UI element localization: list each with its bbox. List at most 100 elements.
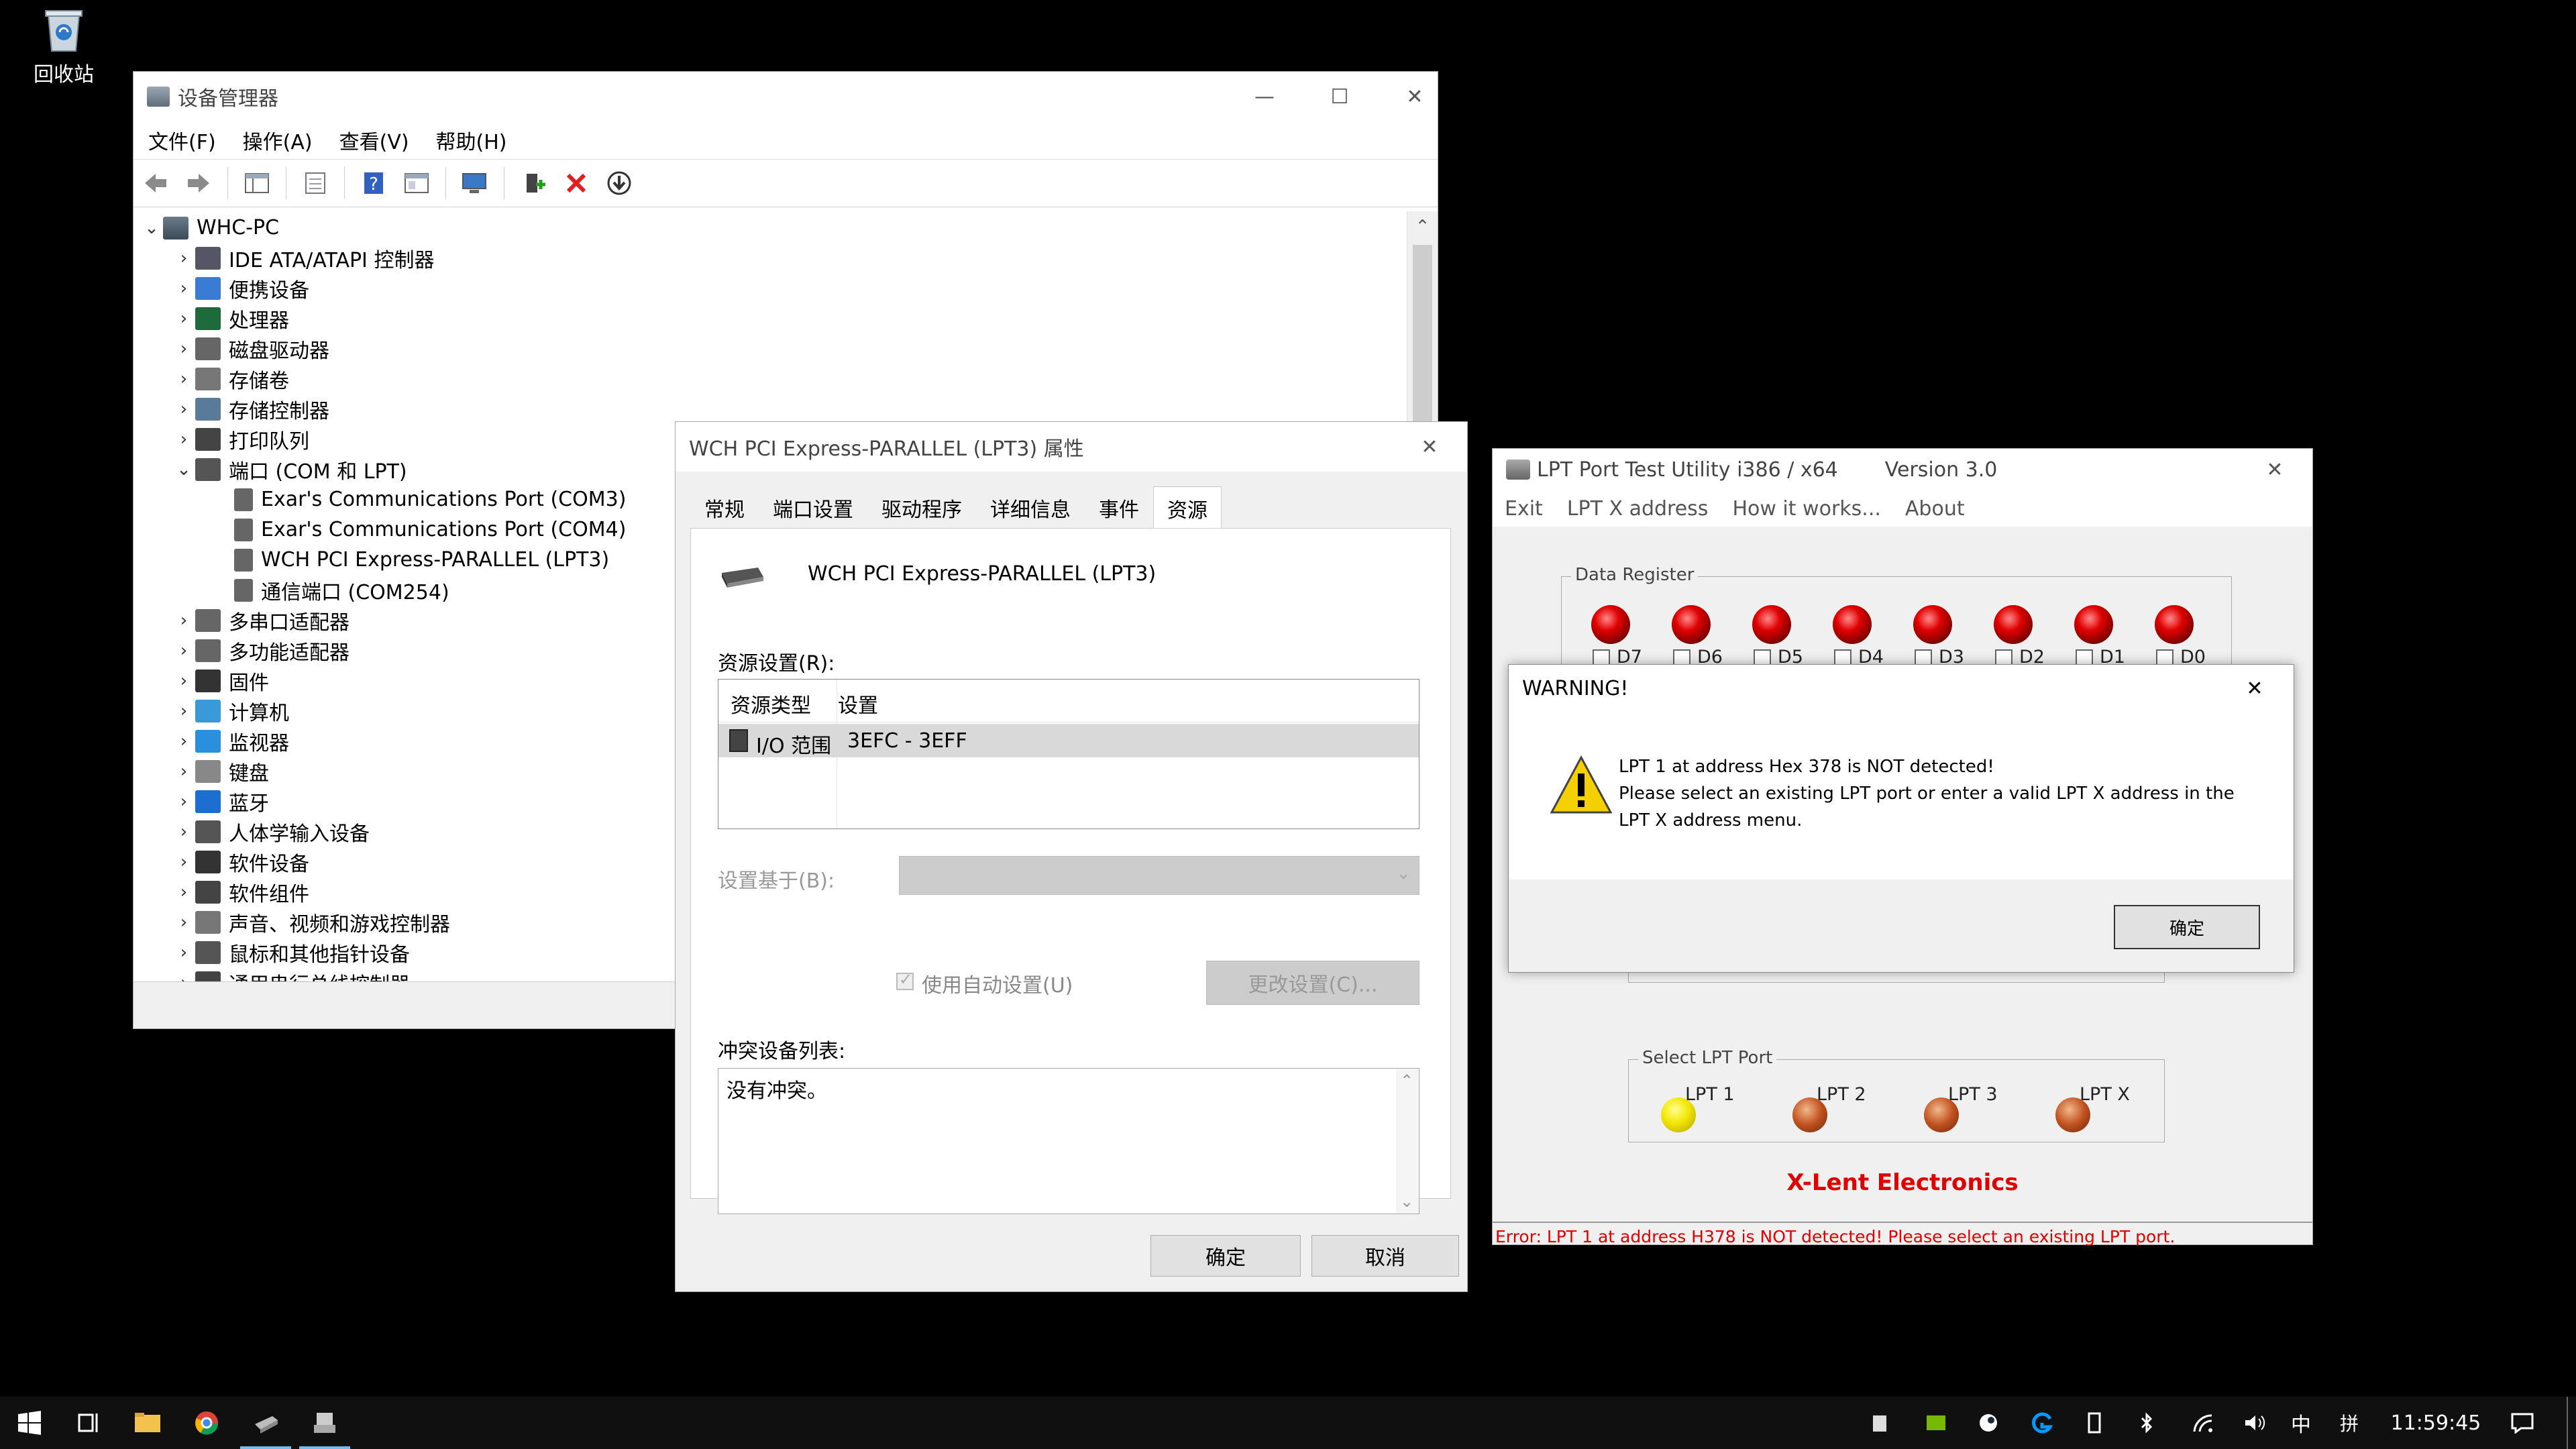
chevron-right-icon[interactable]: › xyxy=(172,912,195,932)
chevron-right-icon[interactable]: › xyxy=(172,882,195,902)
tree-category[interactable]: › 键盘 xyxy=(172,756,269,786)
tree-category[interactable]: › 计算机 xyxy=(172,696,289,726)
menu-help[interactable]: 帮助(H) xyxy=(436,125,507,155)
steam-tray-icon[interactable] xyxy=(1971,1397,2006,1449)
warning-ok-button[interactable]: 确定 xyxy=(2114,905,2260,949)
menu-exit[interactable]: Exit xyxy=(1505,497,1543,521)
chevron-right-icon[interactable]: › xyxy=(172,792,195,812)
lpt-utility-task-button[interactable] xyxy=(236,1397,295,1449)
clock[interactable]: 11:59:45 xyxy=(2385,1397,2486,1449)
menu-view[interactable]: 查看(V) xyxy=(339,125,409,155)
menu-how-it-works[interactable]: How it works... xyxy=(1732,497,1880,521)
chevron-right-icon[interactable]: › xyxy=(172,429,195,449)
tree-category[interactable]: › 存储控制器 xyxy=(172,394,329,424)
tree-root[interactable]: ⌄ WHC-PC xyxy=(140,213,279,243)
view-icon[interactable] xyxy=(400,166,433,200)
ime-mode-indicator[interactable]: 拼 xyxy=(2332,1397,2367,1449)
bluetooth-tray-icon[interactable] xyxy=(2129,1397,2164,1449)
tree-category[interactable]: › 存储卷 xyxy=(172,364,289,394)
volume-tray-icon[interactable] xyxy=(2237,1397,2274,1449)
tree-category[interactable]: ⌄ 端口 (COM 和 LPT) xyxy=(172,454,407,484)
chevron-right-icon[interactable]: › xyxy=(172,822,195,842)
tab-resources[interactable]: 资源 xyxy=(1153,486,1222,529)
chevron-right-icon[interactable]: › xyxy=(172,671,195,691)
chevron-right-icon[interactable]: › xyxy=(172,248,195,268)
conflict-list[interactable]: 没有冲突。 ⌃ ⌄ xyxy=(718,1068,1419,1214)
warning-titlebar[interactable]: WARNING! xyxy=(1509,665,2294,712)
chevron-right-icon[interactable]: › xyxy=(172,943,195,963)
use-auto-checkbox[interactable]: ✓ xyxy=(896,970,914,990)
minimize-button[interactable]: — xyxy=(1227,72,1302,121)
menu-lpt-x-address[interactable]: LPT X address xyxy=(1567,497,1709,521)
download-icon[interactable] xyxy=(602,166,636,200)
chevron-right-icon[interactable]: › xyxy=(172,369,195,389)
device-manager-task-button[interactable] xyxy=(295,1397,354,1449)
tree-category[interactable]: › 蓝牙 xyxy=(172,786,269,816)
scroll-up-icon[interactable]: ⌃ xyxy=(1407,211,1438,242)
tab-details[interactable]: 详细信息 xyxy=(976,486,1085,529)
action-center-button[interactable] xyxy=(2501,1397,2544,1449)
col-resource-type[interactable]: 资源类型 xyxy=(731,689,811,718)
help-icon[interactable]: ? xyxy=(357,166,390,200)
properties-close-button[interactable]: ✕ xyxy=(1392,422,1467,472)
properties-icon[interactable] xyxy=(299,166,332,200)
tree-port-device[interactable]: 通信端口 (COM254) xyxy=(234,575,449,605)
tree-category[interactable]: › 磁盘驱动器 xyxy=(172,333,329,364)
resource-table[interactable]: 资源类型 设置 I/O 范围 3EFC - 3EFF xyxy=(718,679,1419,829)
chevron-right-icon[interactable]: › xyxy=(172,761,195,782)
chevron-right-icon[interactable]: › xyxy=(172,399,195,419)
task-view-button[interactable] xyxy=(59,1397,118,1449)
lpt-titlebar[interactable]: LPT Port Test Utility i386 / x64 Version… xyxy=(1493,449,2312,490)
properties-titlebar[interactable]: WCH PCI Express-PARALLEL (LPT3) 属性 xyxy=(676,422,1467,472)
chevron-right-icon[interactable]: › xyxy=(172,278,195,299)
chevron-right-icon[interactable]: › xyxy=(172,339,195,359)
update-driver-icon[interactable] xyxy=(517,166,550,200)
ok-button[interactable]: 确定 xyxy=(1150,1235,1301,1277)
tab-port-settings[interactable]: 端口设置 xyxy=(759,486,867,529)
tree-category[interactable]: › 软件设备 xyxy=(172,847,309,877)
tree-port-device[interactable]: Exar's Communications Port (COM4) xyxy=(234,515,626,545)
chevron-right-icon[interactable]: › xyxy=(172,701,195,721)
back-icon[interactable] xyxy=(139,166,172,200)
tree-category[interactable]: › 软件组件 xyxy=(172,877,309,907)
conflict-scrollbar[interactable]: ⌃ ⌄ xyxy=(1396,1069,1419,1214)
warning-close-button[interactable]: ✕ xyxy=(2221,665,2288,712)
scroll-up-icon[interactable]: ⌃ xyxy=(1400,1071,1413,1090)
tab-driver[interactable]: 驱动程序 xyxy=(867,486,976,529)
clipboard-tray-icon[interactable] xyxy=(1862,1397,1897,1449)
usb-drive-tray-icon[interactable] xyxy=(2077,1397,2112,1449)
setting-based-on-select[interactable]: ⌄ xyxy=(899,856,1419,895)
tree-category[interactable]: › 监视器 xyxy=(172,726,289,756)
recycle-bin[interactable]: 回收站 xyxy=(27,5,101,87)
tree-category[interactable]: › IDE ATA/ATAPI 控制器 xyxy=(172,243,434,273)
forward-icon[interactable] xyxy=(182,166,215,200)
network-tray-icon[interactable] xyxy=(2184,1397,2222,1449)
lpt-close-button[interactable]: ✕ xyxy=(2237,449,2312,490)
uninstall-icon[interactable] xyxy=(559,166,593,200)
tree-category[interactable]: › 人体学输入设备 xyxy=(172,816,370,847)
ime-language-indicator[interactable]: 中 xyxy=(2284,1397,2318,1449)
resource-row[interactable]: I/O 范围 3EFC - 3EFF xyxy=(718,724,1419,758)
tree-category[interactable]: › 便携设备 xyxy=(172,273,309,303)
scan-hardware-icon[interactable] xyxy=(458,166,492,200)
chevron-right-icon[interactable]: › xyxy=(172,610,195,631)
show-hide-console-tree-icon[interactable] xyxy=(240,166,274,200)
tab-events[interactable]: 事件 xyxy=(1085,486,1153,529)
chevron-down-icon[interactable]: ⌄ xyxy=(140,218,163,238)
show-desktop-button[interactable] xyxy=(2567,1397,2568,1449)
change-settings-button[interactable]: 更改设置(C)... xyxy=(1206,961,1419,1005)
chevron-right-icon[interactable]: › xyxy=(172,973,195,982)
maximize-button[interactable]: ☐ xyxy=(1302,72,1377,121)
tree-category[interactable]: › 多功能适配器 xyxy=(172,635,350,665)
tree-category[interactable]: › 打印队列 xyxy=(172,424,309,454)
tab-general[interactable]: 常规 xyxy=(690,486,759,529)
tree-category[interactable]: › 多串口适配器 xyxy=(172,605,350,635)
tree-port-device[interactable]: Exar's Communications Port (COM3) xyxy=(234,484,626,515)
tree-category[interactable]: › 固件 xyxy=(172,665,269,696)
chevron-right-icon[interactable]: › xyxy=(172,731,195,751)
g-tray-icon[interactable] xyxy=(2023,1397,2061,1449)
tree-category[interactable]: › 声音、视频和游戏控制器 xyxy=(172,907,450,937)
menu-file[interactable]: 文件(F) xyxy=(148,125,216,155)
tree-category[interactable]: › 通用串行总线控制器 xyxy=(172,967,410,981)
chevron-right-icon[interactable]: › xyxy=(172,852,195,872)
